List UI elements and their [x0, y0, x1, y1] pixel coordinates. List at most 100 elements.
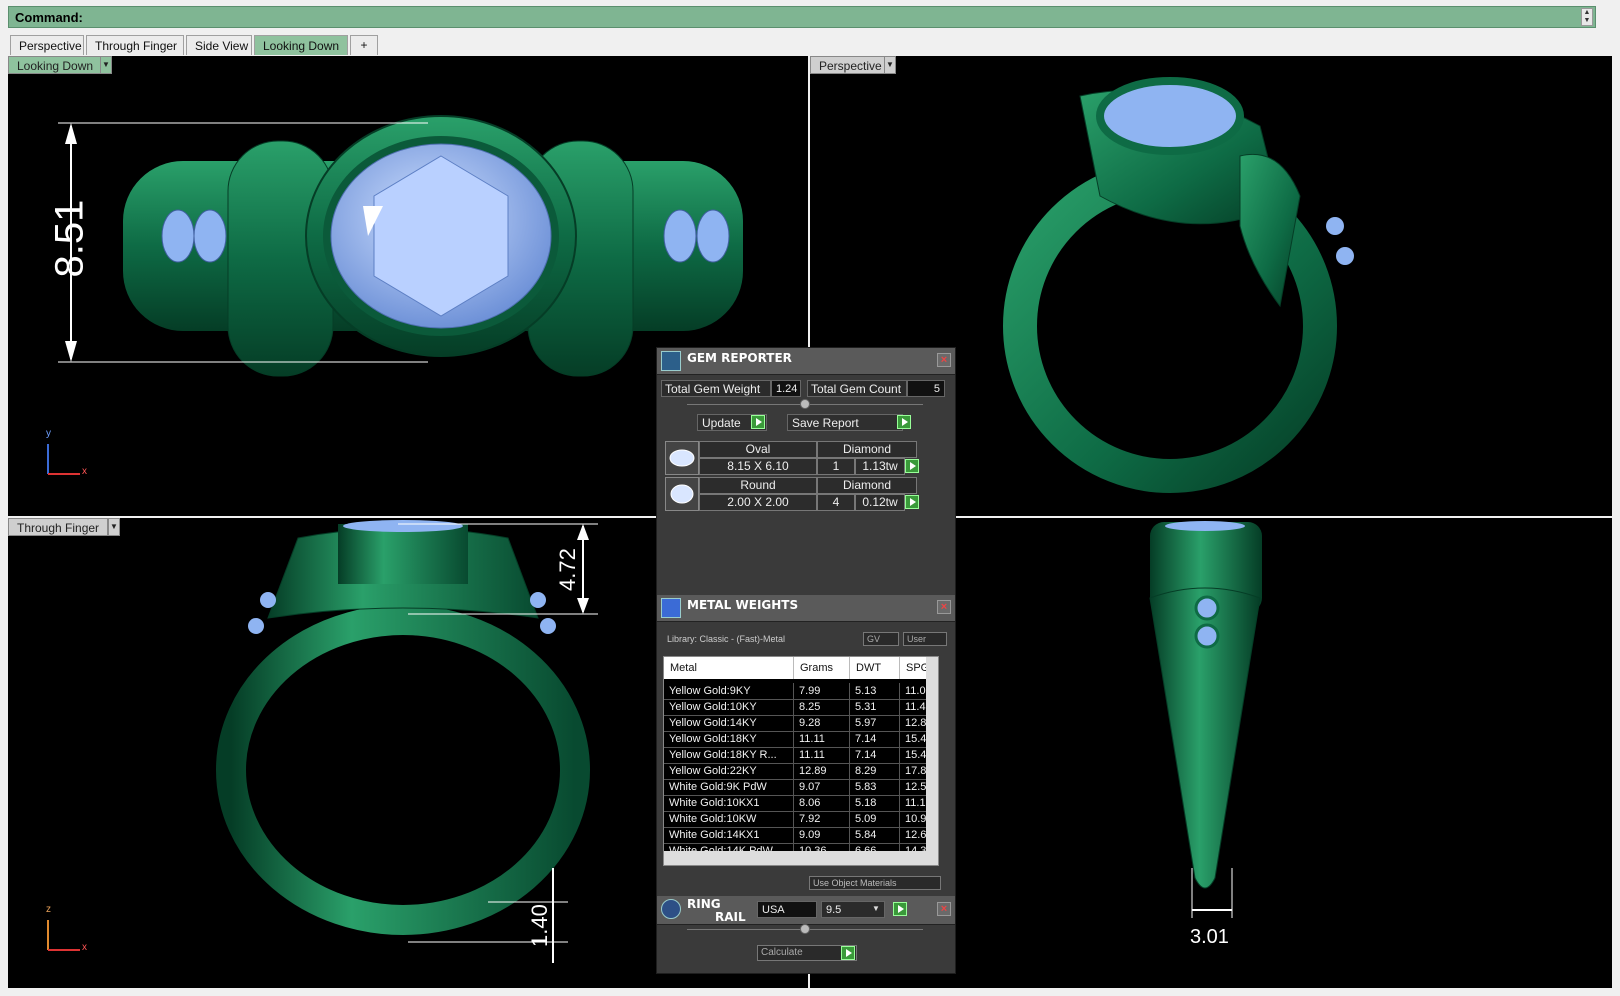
- play-icon[interactable]: [841, 946, 855, 960]
- round-gem-icon: [665, 477, 699, 511]
- table-row[interactable]: Yellow Gold:14KY 9.28 5.97 12.88: [664, 715, 938, 732]
- table-row[interactable]: Yellow Gold:22KY 12.89 8.29 17.89: [664, 763, 938, 780]
- viewport-label-through-finger[interactable]: Through Finger: [8, 518, 109, 536]
- use-object-materials-label: Use Object Materials: [813, 878, 897, 888]
- chevron-down-icon[interactable]: ▼: [872, 904, 880, 913]
- metal-name: White Gold:9K PdW: [664, 779, 794, 795]
- play-icon[interactable]: [893, 902, 907, 916]
- dwt: 5.18: [850, 795, 900, 811]
- chevron-down-icon[interactable]: ▼: [100, 56, 112, 74]
- use-object-materials-toggle[interactable]: Use Object Materials: [809, 876, 941, 890]
- tab-through-finger[interactable]: Through Finger: [86, 35, 184, 55]
- axis-z-label: z: [46, 904, 51, 915]
- grams: 11.11: [794, 747, 850, 763]
- chevron-down-icon[interactable]: ▼: [884, 56, 896, 74]
- save-report-button[interactable]: Save Report: [787, 414, 903, 431]
- play-icon[interactable]: [905, 459, 919, 473]
- axis-gizmo-icon: [47, 920, 80, 951]
- command-scroll[interactable]: ▲ ▼: [1581, 8, 1593, 26]
- dwt: 5.31: [850, 699, 900, 715]
- horizontal-scrollbar[interactable]: [664, 851, 938, 865]
- metal-name: Yellow Gold:18KY R...: [664, 747, 794, 763]
- gem-weight: 1.13tw: [855, 458, 905, 475]
- table-row[interactable]: White Gold:10KW 7.92 5.09 10.99: [664, 811, 938, 828]
- play-icon[interactable]: [751, 415, 765, 429]
- tab-label: Perspective: [19, 39, 82, 53]
- play-icon[interactable]: [905, 495, 919, 509]
- column-header[interactable]: Metal: [664, 657, 794, 679]
- gem-weight: 0.12tw: [855, 494, 905, 511]
- table-row[interactable]: White Gold:10KX1 8.06 5.18 11.18: [664, 795, 938, 812]
- tab-label: Through Finger: [95, 39, 178, 53]
- metal-name: Yellow Gold:14KY: [664, 715, 794, 731]
- grams: 9.28: [794, 715, 850, 731]
- gem-size: 8.15 X 6.10: [699, 458, 817, 475]
- dwt: 7.14: [850, 731, 900, 747]
- dimension-label: 8.51: [47, 199, 92, 278]
- chevron-down-icon[interactable]: ▼: [108, 518, 120, 536]
- dwt: 8.29: [850, 763, 900, 779]
- divider-knob[interactable]: [800, 399, 810, 409]
- dwt: 5.84: [850, 827, 900, 843]
- tab-perspective[interactable]: Perspective: [10, 35, 84, 55]
- vertical-scrollbar[interactable]: [926, 657, 938, 853]
- dwt: 5.97: [850, 715, 900, 731]
- close-icon[interactable]: ×: [937, 600, 951, 614]
- table-row[interactable]: White Gold:14KX1 9.09 5.84 12.61: [664, 827, 938, 844]
- ring-rail-titlebar[interactable]: RING RAIL USA 9.5 ▼ ×: [657, 896, 955, 925]
- gem-type: Diamond: [817, 441, 917, 458]
- ring-rail-icon: [661, 899, 681, 919]
- table-row[interactable]: Yellow Gold:9KY 7.99 5.13 11.08: [664, 683, 938, 700]
- total-gem-weight-label: Total Gem Weight: [661, 380, 771, 397]
- grams: 8.06: [794, 795, 850, 811]
- column-header[interactable]: DWT: [850, 657, 900, 679]
- dwt: 5.13: [850, 683, 900, 699]
- tab-looking-down[interactable]: Looking Down: [254, 35, 348, 55]
- gem-row[interactable]: Round Diamond 2.00 X 2.00 4 0.12tw: [665, 477, 923, 511]
- gem-size: 2.00 X 2.00: [699, 494, 817, 511]
- tab-side-view[interactable]: Side View: [186, 35, 252, 55]
- command-bar[interactable]: Command: ▲ ▼: [8, 6, 1596, 28]
- dwt: 7.14: [850, 747, 900, 763]
- gv-toggle[interactable]: GV: [863, 632, 899, 646]
- gem-reporter-panel[interactable]: GEM REPORTER × Total Gem Weight 1.24 Tot…: [656, 347, 956, 974]
- metal-weights-titlebar[interactable]: METAL WEIGHTS ×: [657, 595, 955, 622]
- ring-rail-knob[interactable]: [800, 924, 810, 934]
- user-label: User: [907, 634, 927, 644]
- region-select[interactable]: USA: [757, 901, 817, 918]
- dimension-label-bottom: 1.40: [527, 904, 552, 947]
- total-gem-weight-value: 1.24: [771, 380, 801, 397]
- add-tab-button[interactable]: +: [350, 35, 378, 55]
- plus-icon: +: [360, 38, 368, 52]
- grams: 7.99: [794, 683, 850, 699]
- viewport-label-looking-down[interactable]: Looking Down: [8, 56, 103, 74]
- calculate-label: Calculate: [761, 947, 803, 958]
- metal-table[interactable]: Metal Grams DWT SPG Yellow Gold:9KY 7.99 5…: [663, 656, 939, 866]
- table-row[interactable]: Yellow Gold:18KY R... 11.11 7.14 15.41: [664, 747, 938, 764]
- gem-reporter-titlebar[interactable]: GEM REPORTER ×: [657, 348, 955, 375]
- viewport-label-perspective[interactable]: Perspective: [810, 56, 891, 74]
- gem-row[interactable]: Oval Diamond 8.15 X 6.10 1 1.13tw: [665, 441, 923, 475]
- metal-weights-icon: [661, 598, 681, 618]
- gem-count: 4: [817, 494, 855, 511]
- metal-name: Yellow Gold:22KY: [664, 763, 794, 779]
- close-icon[interactable]: ×: [937, 353, 951, 367]
- table-row[interactable]: Yellow Gold:18KY 11.11 7.14 15.41: [664, 731, 938, 748]
- table-row[interactable]: Yellow Gold:10KY 8.25 5.31 11.45: [664, 699, 938, 716]
- play-icon[interactable]: [897, 415, 911, 429]
- table-row[interactable]: White Gold:9K PdW 9.07 5.83 12.59: [664, 779, 938, 796]
- metal-name: White Gold:10KW: [664, 811, 794, 827]
- user-toggle[interactable]: User: [903, 632, 947, 646]
- library-label: Library: Classic - (Fast)-Metal: [667, 634, 786, 644]
- close-icon[interactable]: ×: [937, 902, 951, 916]
- metal-name: White Gold:10KX1: [664, 795, 794, 811]
- table-header: Metal Grams DWT SPG: [664, 657, 938, 679]
- metal-name: Yellow Gold:18KY: [664, 731, 794, 747]
- tab-label: Looking Down: [263, 39, 340, 53]
- metal-name: White Gold:14KX1: [664, 827, 794, 843]
- grams: 9.09: [794, 827, 850, 843]
- dwt: 5.83: [850, 779, 900, 795]
- gem-shape: Round: [699, 477, 817, 494]
- column-header[interactable]: Grams: [794, 657, 850, 679]
- grams: 11.11: [794, 731, 850, 747]
